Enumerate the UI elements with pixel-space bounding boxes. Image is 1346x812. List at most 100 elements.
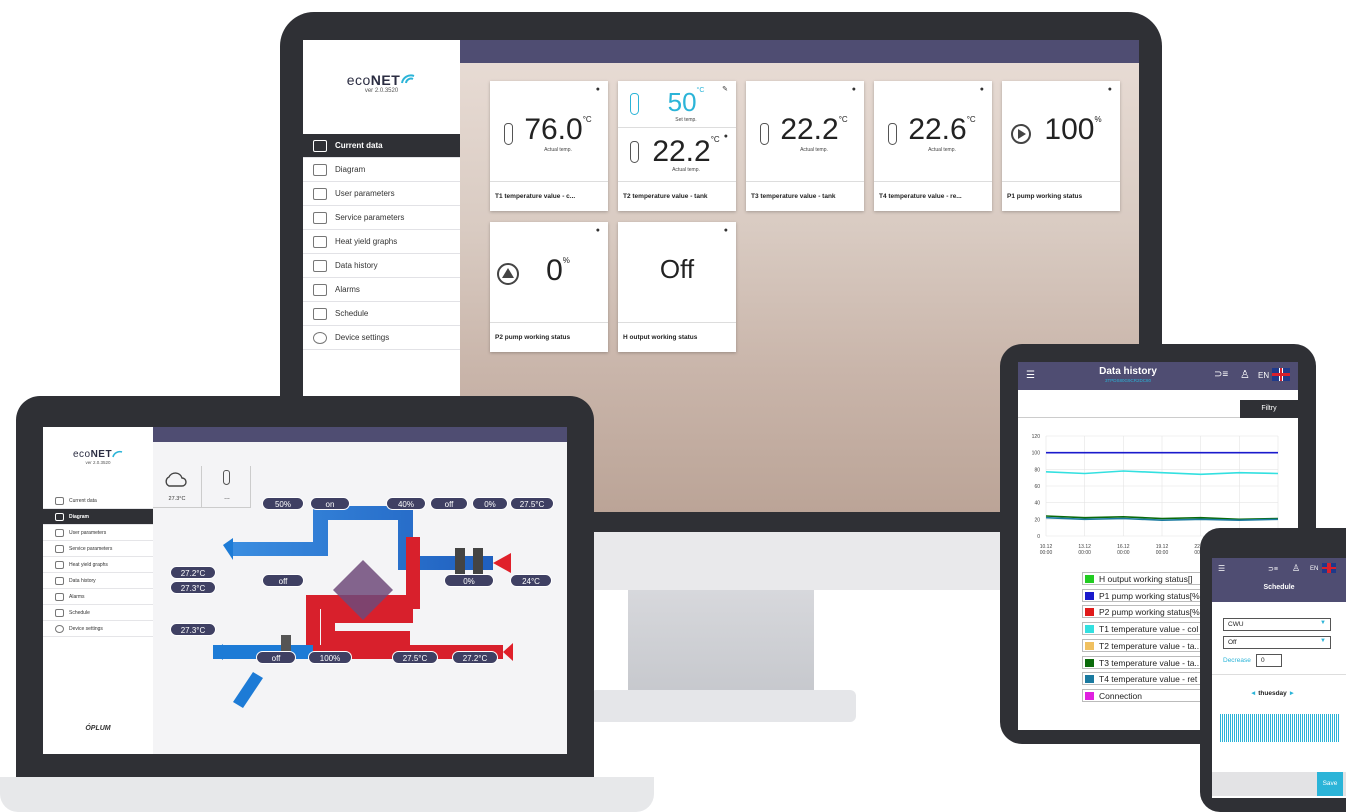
- nav-heat-yield-graphs[interactable]: Heat yield graphs: [43, 557, 153, 573]
- schedule-bar[interactable]: [1332, 714, 1333, 742]
- schedule-bar[interactable]: [1254, 714, 1255, 742]
- uk-flag-icon[interactable]: [1322, 563, 1336, 573]
- schedule-bar[interactable]: [1274, 714, 1275, 742]
- schedule-bar[interactable]: [1282, 714, 1283, 742]
- schedule-bar[interactable]: [1264, 714, 1265, 742]
- nav-heat-yield-graphs[interactable]: Heat yield graphs: [303, 230, 460, 254]
- schedule-bar[interactable]: [1292, 714, 1293, 742]
- decrease-input[interactable]: 0: [1256, 654, 1282, 667]
- nav-user-parameters[interactable]: User parameters: [303, 182, 460, 206]
- language-label[interactable]: EN: [1310, 566, 1318, 572]
- eye-icon[interactable]: ●: [1108, 86, 1112, 93]
- nav-schedule[interactable]: Schedule: [303, 302, 460, 326]
- schedule-bar[interactable]: [1244, 714, 1245, 742]
- nav-service-parameters[interactable]: Service parameters: [303, 206, 460, 230]
- schedule-bar[interactable]: [1272, 714, 1273, 742]
- schedule-bar[interactable]: [1258, 714, 1259, 742]
- schedule-bar[interactable]: [1222, 714, 1223, 742]
- logout-icon[interactable]: ⊃≡: [1214, 369, 1228, 380]
- schedule-bar[interactable]: [1224, 714, 1225, 742]
- schedule-bar[interactable]: [1314, 714, 1315, 742]
- schedule-bar[interactable]: [1280, 714, 1281, 742]
- eye-icon[interactable]: ●: [724, 227, 728, 234]
- nav-user-parameters[interactable]: User parameters: [43, 525, 153, 541]
- tile-p1[interactable]: ● 100% P1 pump working status: [1002, 81, 1120, 211]
- schedule-bar[interactable]: [1242, 714, 1243, 742]
- schedule-bar[interactable]: [1220, 714, 1221, 742]
- schedule-bar[interactable]: [1300, 714, 1301, 742]
- tile-t2[interactable]: ✎ 50°C Set temp. ● 22.2°C Actual temp. T…: [618, 81, 736, 211]
- legend-item[interactable]: Connection: [1082, 688, 1212, 702]
- schedule-bar[interactable]: [1240, 714, 1241, 742]
- legend-item[interactable]: P1 pump working status[%: [1082, 588, 1212, 602]
- schedule-bar[interactable]: [1260, 714, 1261, 742]
- schedule-bar[interactable]: [1304, 714, 1305, 742]
- uk-flag-icon[interactable]: [1272, 368, 1290, 381]
- schedule-bar[interactable]: [1268, 714, 1269, 742]
- nav-schedule[interactable]: Schedule: [43, 605, 153, 621]
- user-icon[interactable]: ♙: [1292, 563, 1300, 574]
- schedule-bar[interactable]: [1316, 714, 1317, 742]
- schedule-bar[interactable]: [1270, 714, 1271, 742]
- filter-input[interactable]: [1018, 400, 1240, 418]
- schedule-bar[interactable]: [1306, 714, 1307, 742]
- nav-data-history[interactable]: Data history: [43, 573, 153, 589]
- schedule-bar[interactable]: [1228, 714, 1229, 742]
- nav-device-settings[interactable]: Device settings: [303, 326, 460, 350]
- schedule-bar[interactable]: [1310, 714, 1311, 742]
- schedule-bar[interactable]: [1320, 714, 1321, 742]
- schedule-bar[interactable]: [1294, 714, 1295, 742]
- schedule-bar[interactable]: [1246, 714, 1247, 742]
- schedule-bar[interactable]: [1298, 714, 1299, 742]
- tile-t3[interactable]: ● 22.2°C Actual temp. T3 temperature val…: [746, 81, 864, 211]
- tile-t1[interactable]: ● 76.0°C Actual temp. T1 temperature val…: [490, 81, 608, 211]
- eye-icon[interactable]: ●: [852, 86, 856, 93]
- schedule-bar[interactable]: [1236, 714, 1237, 742]
- legend-item[interactable]: T4 temperature value - ret: [1082, 672, 1212, 686]
- save-button[interactable]: Save: [1317, 772, 1343, 796]
- legend-item[interactable]: P2 pump working status[%: [1082, 605, 1212, 619]
- nav-current-data[interactable]: Current data: [43, 493, 153, 509]
- schedule-bar[interactable]: [1326, 714, 1327, 742]
- schedule-bar[interactable]: [1276, 714, 1277, 742]
- tile-p2[interactable]: ● 0% P2 pump working status: [490, 222, 608, 352]
- eye-icon[interactable]: ●: [596, 227, 600, 234]
- schedule-bar[interactable]: [1336, 714, 1337, 742]
- schedule-bar[interactable]: [1296, 714, 1297, 742]
- eye-icon[interactable]: ●: [980, 86, 984, 93]
- schedule-bar[interactable]: [1324, 714, 1325, 742]
- schedule-bar[interactable]: [1226, 714, 1227, 742]
- next-day-icon[interactable]: ►: [1287, 690, 1295, 697]
- schedule-bar[interactable]: [1288, 714, 1289, 742]
- schedule-bar[interactable]: [1262, 714, 1263, 742]
- schedule-bar[interactable]: [1330, 714, 1331, 742]
- tile-h-output[interactable]: ● Off H output working status: [618, 222, 736, 352]
- schedule-bar[interactable]: [1238, 714, 1239, 742]
- schedule-bar[interactable]: [1312, 714, 1313, 742]
- schedule-bar[interactable]: [1290, 714, 1291, 742]
- nav-alarms[interactable]: Alarms: [303, 278, 460, 302]
- schedule-bar[interactable]: [1308, 714, 1309, 742]
- language-label[interactable]: EN: [1258, 371, 1269, 380]
- schedule-bar[interactable]: [1278, 714, 1279, 742]
- prev-day-icon[interactable]: ◄: [1250, 690, 1258, 697]
- legend-item[interactable]: T3 temperature value - ta..: [1082, 655, 1212, 669]
- schedule-bar[interactable]: [1284, 714, 1285, 742]
- nav-diagram[interactable]: Diagram: [303, 158, 460, 182]
- schedule-bar[interactable]: [1230, 714, 1231, 742]
- schedule-bar[interactable]: [1338, 714, 1339, 742]
- schedule-bar[interactable]: [1234, 714, 1235, 742]
- legend-item[interactable]: T1 temperature value - col: [1082, 622, 1212, 636]
- legend-item[interactable]: H output working status[]: [1082, 572, 1212, 585]
- menu-icon[interactable]: ☰: [1026, 370, 1035, 381]
- nav-data-history[interactable]: Data history: [303, 254, 460, 278]
- mode-select[interactable]: Off ▼: [1223, 636, 1331, 649]
- circuit-select[interactable]: CWU ▼: [1223, 618, 1331, 631]
- nav-alarms[interactable]: Alarms: [43, 589, 153, 605]
- schedule-bar[interactable]: [1248, 714, 1249, 742]
- nav-diagram[interactable]: Diagram: [43, 509, 153, 525]
- nav-current-data[interactable]: Current data: [303, 134, 460, 158]
- nav-service-parameters[interactable]: Service parameters: [43, 541, 153, 557]
- schedule-bar[interactable]: [1256, 714, 1257, 742]
- schedule-bar[interactable]: [1266, 714, 1267, 742]
